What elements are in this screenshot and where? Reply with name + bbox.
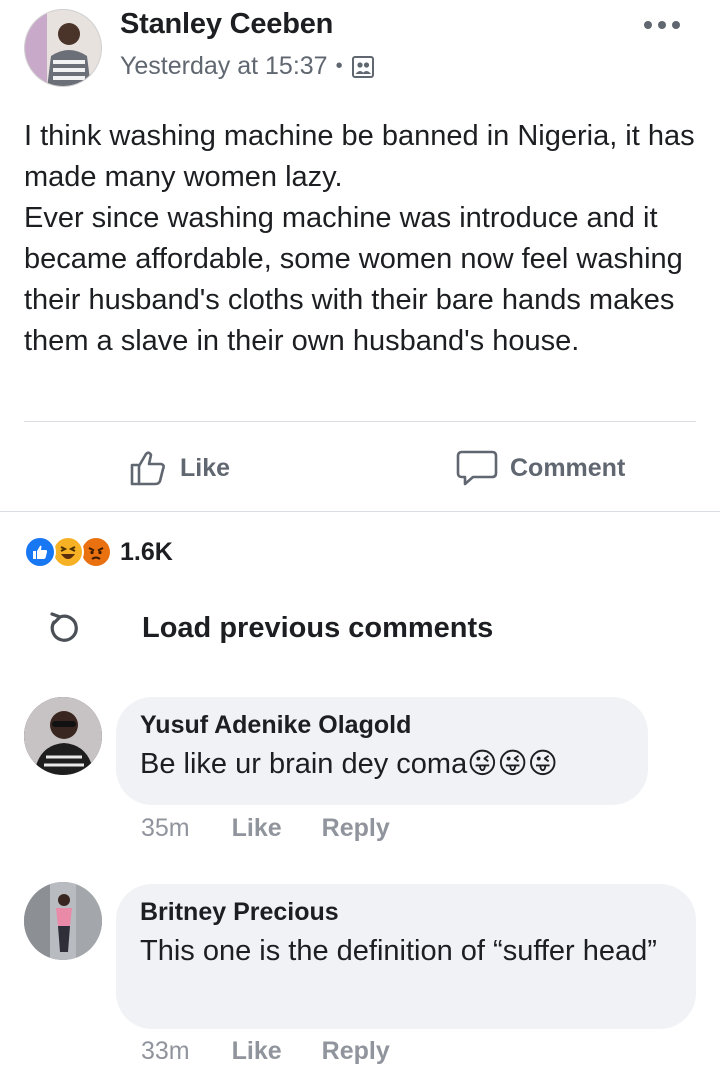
comment-button-label: Comment: [510, 453, 626, 482]
reactions-summary[interactable]: 1.6K: [24, 534, 173, 570]
comment-bubble: Yusuf Adenike Olagold Be like ur brain d…: [116, 697, 648, 805]
more-options-button[interactable]: [644, 18, 680, 32]
angry-reaction-icon: [80, 536, 112, 568]
more-dot-icon: [658, 21, 666, 29]
commenter-avatar[interactable]: [24, 882, 102, 960]
comment-bubble-icon: [456, 450, 498, 486]
comment-time[interactable]: 35m: [141, 814, 190, 843]
comment-text: Be like ur brain dey coma😜😜😜: [140, 748, 558, 780]
load-previous-label: Load previous comments: [142, 611, 494, 644]
more-dot-icon: [644, 21, 652, 29]
thumbs-up-icon: [130, 451, 165, 486]
post-text-paragraph: Ever since washing machine was introduce…: [24, 202, 683, 357]
friends-of-friends-icon: [351, 55, 375, 79]
comment-actions: 33m Like Reply: [141, 1033, 430, 1069]
meta-separator: •: [335, 55, 343, 77]
comment-actions: 35m Like Reply: [141, 810, 430, 846]
commenter-avatar[interactable]: [24, 697, 102, 775]
post-text-paragraph: I think washing machine be banned in Nig…: [24, 120, 695, 193]
haha-reaction-icon: [52, 536, 84, 568]
commenter-name[interactable]: Britney Precious: [140, 898, 672, 927]
load-previous-comments[interactable]: Load previous comments: [46, 604, 493, 652]
comment-bubble: Britney Precious This one is the definit…: [116, 884, 696, 1029]
like-button-label: Like: [180, 453, 231, 482]
like-button[interactable]: Like: [128, 445, 230, 491]
comment-like-button[interactable]: Like: [232, 1037, 282, 1066]
more-dot-icon: [672, 21, 680, 29]
divider: [0, 511, 720, 512]
comment-reply-button[interactable]: Reply: [322, 814, 390, 843]
comment-text: This one is the definition of “suffer he…: [140, 935, 657, 967]
like-reaction-icon: [24, 536, 56, 568]
comment-like-button[interactable]: Like: [232, 814, 282, 843]
author-avatar[interactable]: [24, 9, 102, 87]
post-body: I think washing machine be banned in Nig…: [24, 116, 704, 362]
comment-time[interactable]: 33m: [141, 1037, 190, 1066]
post-author-name[interactable]: Stanley Ceeben: [120, 8, 333, 41]
comment-reply-button[interactable]: Reply: [322, 1037, 390, 1066]
post-timestamp[interactable]: Yesterday at 15:37: [120, 52, 328, 81]
comment-button[interactable]: Comment: [456, 445, 625, 491]
commenter-name[interactable]: Yusuf Adenike Olagold: [140, 711, 624, 740]
reaction-count: 1.6K: [120, 537, 173, 566]
divider: [24, 421, 696, 422]
post-header: Stanley Ceeben Yesterday at 15:37 •: [0, 0, 720, 100]
post-meta: Yesterday at 15:37 •: [120, 52, 375, 81]
refresh-icon: [50, 612, 78, 642]
